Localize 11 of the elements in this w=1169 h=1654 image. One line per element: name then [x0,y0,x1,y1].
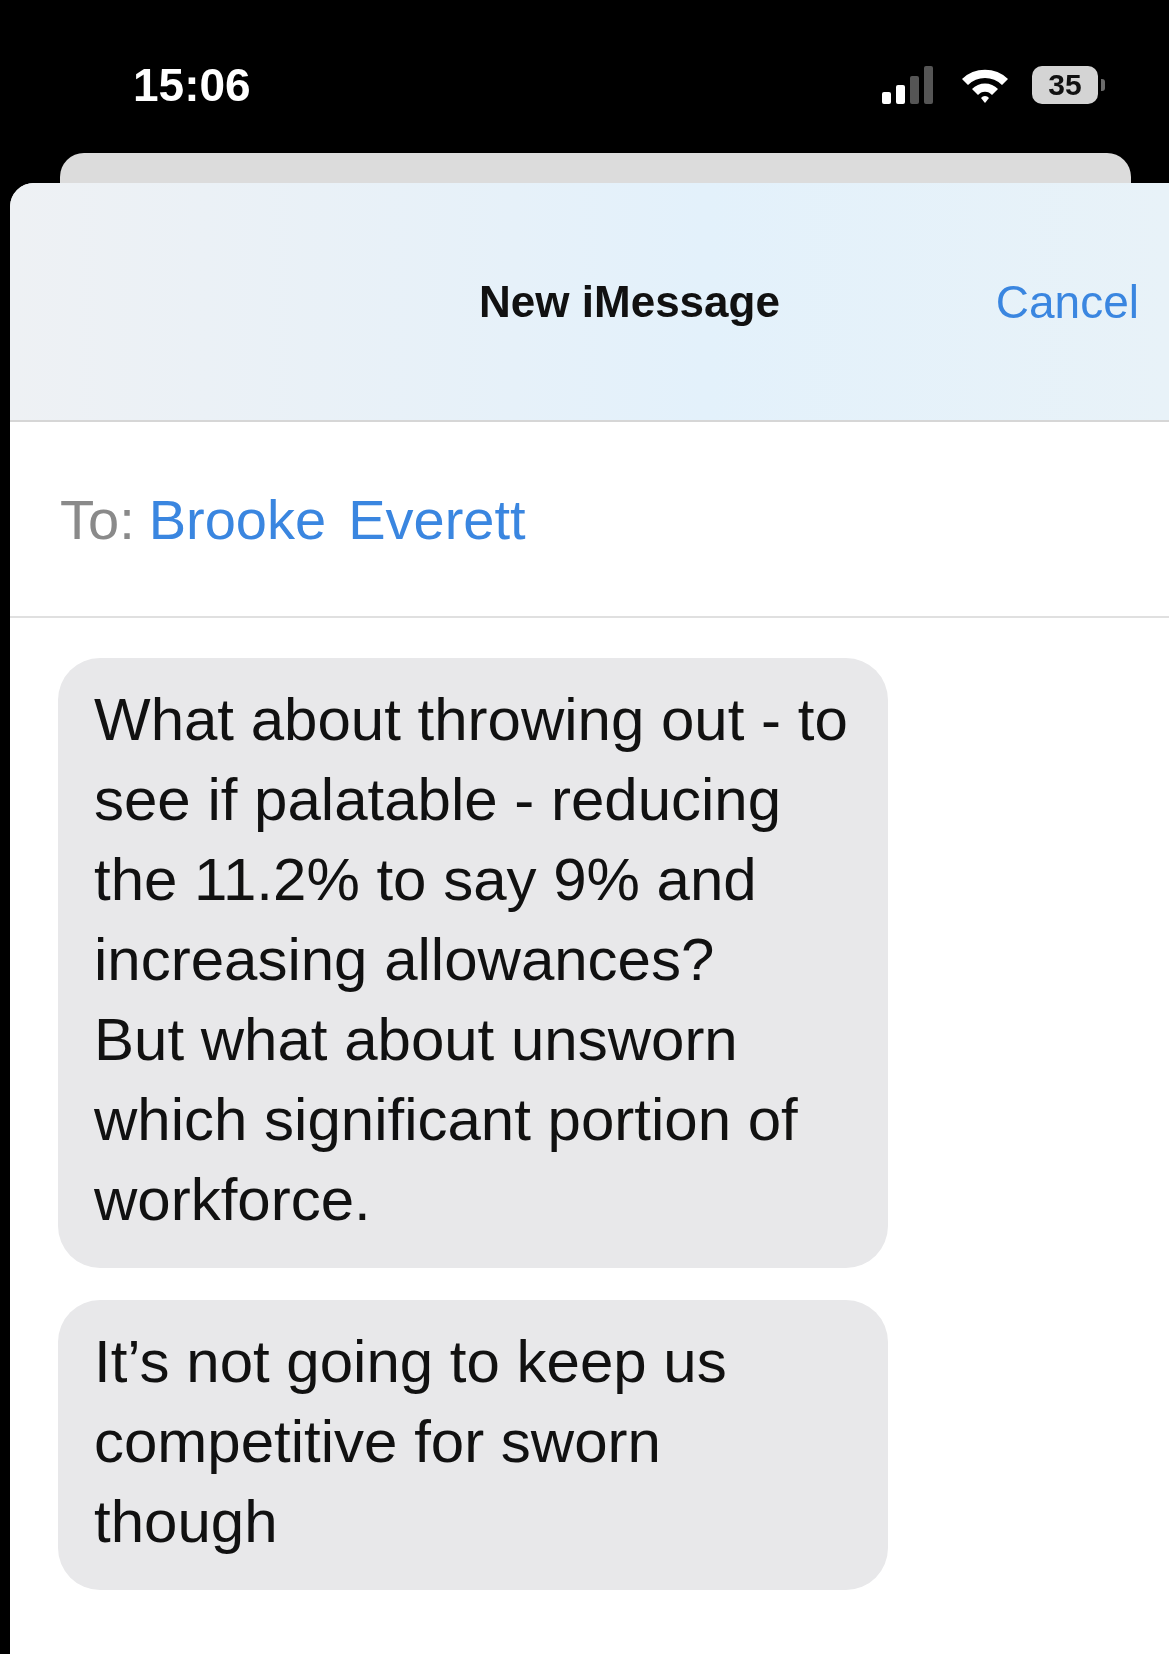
message-bubble: What about throwing out - to see if palatable - reducing the 11.2% to say 9% and increasing allowances? But what about unsworn which significant portion of workforce. [58,658,888,1268]
sheet-title: New iMessage [479,276,780,327]
cancel-button[interactable]: Cancel [995,274,1139,329]
status-time: 15:06 [133,62,251,108]
wifi-icon [960,67,1010,103]
message-bubble: It’s not going to keep us competitive for sworn though [58,1300,888,1590]
recipient-name[interactable]: Everett [348,486,526,552]
to-label: To: [60,486,135,552]
recipient-field[interactable]: To: Brooke Everett [10,422,1169,618]
battery-percentage: 35 [1048,70,1082,100]
recipient-name[interactable]: Brooke [148,486,327,552]
